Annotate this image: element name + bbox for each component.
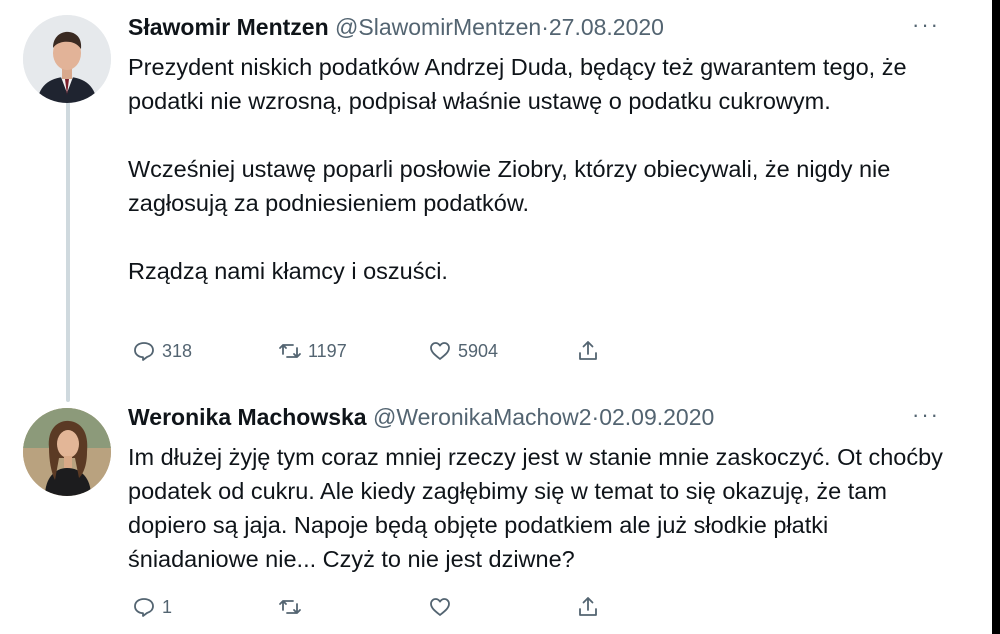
tweet-paragraph: Prezydent niskich podatków Andrzej Duda,… bbox=[128, 54, 907, 114]
reply-button[interactable]: 1 bbox=[132, 592, 172, 622]
like-icon bbox=[430, 598, 450, 616]
reply-icon bbox=[134, 598, 154, 617]
retweet-count: 1197 bbox=[308, 340, 347, 361]
like-button[interactable]: 5904 bbox=[428, 336, 498, 366]
author-handle[interactable]: @SlawomirMentzen bbox=[335, 14, 541, 40]
share-icon bbox=[579, 341, 597, 360]
retweet-icon bbox=[279, 344, 301, 358]
reply-count: 318 bbox=[162, 340, 193, 361]
reply-button[interactable]: 318 bbox=[132, 336, 192, 366]
like-icon bbox=[430, 342, 450, 360]
tweet-paragraph: Wcześniej ustawę poparli posłowie Ziobry… bbox=[128, 156, 891, 216]
avatar[interactable] bbox=[23, 15, 111, 103]
header-separator: · bbox=[541, 14, 549, 40]
avatar-image bbox=[23, 15, 111, 103]
more-options-icon[interactable]: ··· bbox=[912, 400, 940, 430]
share-button[interactable] bbox=[576, 336, 606, 366]
reply-icon bbox=[134, 342, 154, 361]
retweet-button[interactable] bbox=[278, 592, 308, 622]
tweet-header: Sławomir Mentzen @SlawomirMentzen·27.08.… bbox=[128, 12, 664, 42]
reply-count: 1 bbox=[162, 596, 173, 617]
more-options-icon[interactable]: ··· bbox=[912, 10, 940, 40]
share-icon bbox=[579, 597, 597, 616]
retweet-button[interactable]: 1197 bbox=[278, 336, 347, 366]
share-button[interactable] bbox=[576, 592, 606, 622]
like-count: 5904 bbox=[458, 340, 499, 361]
tweet-text: Prezydent niskich podatków Andrzej Duda,… bbox=[128, 50, 948, 288]
author-name[interactable]: Weronika Machowska bbox=[128, 404, 367, 430]
avatar-image bbox=[23, 408, 111, 496]
author-name[interactable]: Sławomir Mentzen bbox=[128, 14, 329, 40]
tweet-text: Im dłużej żyję tym coraz mniej rzeczy je… bbox=[128, 440, 948, 576]
tweet-paragraph: Im dłużej żyję tym coraz mniej rzeczy je… bbox=[128, 444, 943, 572]
thread-connector-line bbox=[66, 92, 70, 402]
retweet-icon bbox=[279, 600, 301, 614]
tweet-paragraph: Rządzą nami kłamcy i oszuści. bbox=[128, 258, 448, 284]
screenshot-edge bbox=[992, 0, 1000, 634]
tweet-header: Weronika Machowska @WeronikaMachow2·02.0… bbox=[128, 402, 714, 432]
like-button[interactable] bbox=[428, 592, 458, 622]
thread-card: Sławomir Mentzen @SlawomirMentzen·27.08.… bbox=[0, 0, 992, 634]
avatar[interactable] bbox=[23, 408, 111, 496]
author-handle[interactable]: @WeronikaMachow2 bbox=[373, 404, 592, 430]
tweet-date[interactable]: 27.08.2020 bbox=[549, 14, 664, 40]
tweet-date[interactable]: 02.09.2020 bbox=[599, 404, 714, 430]
